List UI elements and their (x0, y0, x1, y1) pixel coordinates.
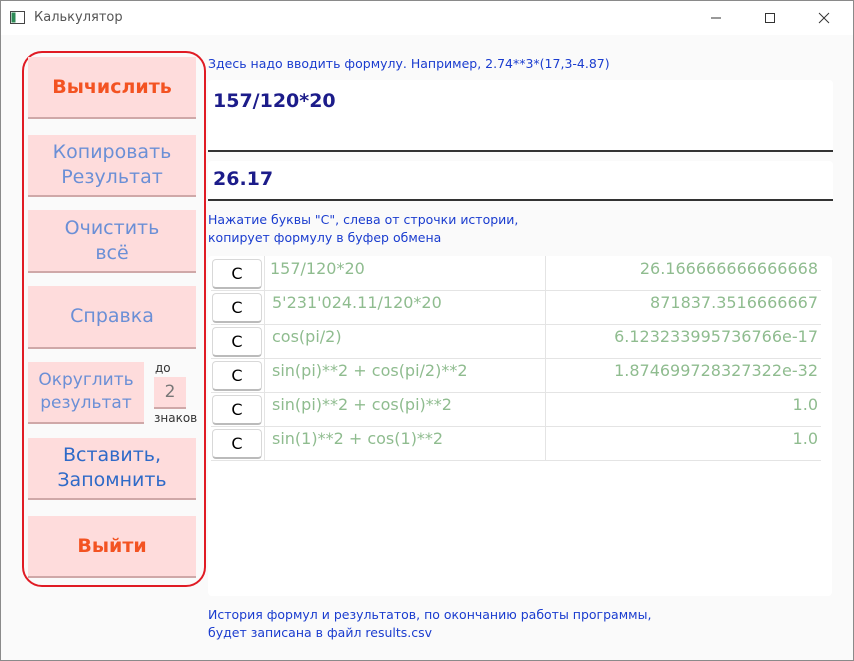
history-result: 1.874699728327322e-32 (614, 361, 818, 380)
history-table: C 157/120*20 26.166666666666668 C 5'231'… (208, 256, 832, 596)
history-result: 1.0 (792, 429, 818, 448)
clear-all-label-line2: всё (95, 241, 129, 264)
column-divider (545, 358, 546, 392)
title-bar: Калькулятор (1, 1, 853, 35)
history-formula: sin(pi)**2 + cos(pi/2)**2 (272, 361, 468, 380)
history-result: 1.0 (792, 395, 818, 414)
paste-remember-label-line1: Вставить, (62, 444, 162, 466)
help-button[interactable]: Справка (28, 286, 196, 349)
result-value: 26.17 (213, 168, 274, 190)
column-divider (264, 290, 265, 324)
copy-result-button[interactable]: Копировать Результат (28, 135, 196, 197)
history-result: 26.166666666666668 (639, 259, 818, 278)
history-formula: 5'231'024.11/120*20 (272, 293, 442, 312)
round-result-button[interactable]: Округлить результат (28, 362, 144, 424)
history-row: C sin(pi)**2 + cos(pi)**2 1.0 (211, 392, 821, 427)
column-divider (264, 392, 265, 426)
column-divider (545, 256, 546, 290)
column-divider (264, 324, 265, 358)
window-title: Калькулятор (34, 10, 123, 25)
copy-result-label-line1: Копировать (52, 141, 172, 163)
copy-formula-button[interactable]: C (212, 293, 262, 323)
button-panel: Вычислить Копировать Результат Очистить … (22, 51, 206, 587)
maximize-button[interactable] (747, 1, 793, 35)
maximize-icon (765, 13, 775, 23)
close-icon (818, 12, 830, 24)
history-row: C cos(pi/2) 6.123233995736766e-17 (211, 324, 821, 359)
paste-remember-button[interactable]: Вставить, Запомнить (28, 438, 196, 500)
app-window-icon (10, 11, 25, 24)
round-result-label-line2: результат (40, 393, 132, 413)
paste-remember-label-line2: Запомнить (57, 469, 167, 491)
footer-note: История формул и результатов, по окончан… (208, 606, 651, 642)
close-button[interactable] (801, 1, 847, 35)
copy-formula-button[interactable]: C (212, 259, 262, 289)
help-button-label: Справка (70, 305, 154, 327)
copy-formula-button[interactable]: C (212, 429, 262, 459)
calculator-window: Калькулятор Вычислить Копировать Результ… (0, 0, 854, 661)
history-result: 871837.3516666667 (650, 293, 818, 312)
history-hint-line1: Нажатие буквы "C", слева от строчки исто… (208, 212, 519, 227)
minimize-icon (711, 17, 721, 19)
calculate-button[interactable]: Вычислить (28, 57, 196, 119)
copy-formula-button[interactable]: C (212, 327, 262, 357)
clear-all-button[interactable]: Очистить всё (28, 210, 196, 273)
column-divider (545, 426, 546, 460)
history-row: C sin(pi)**2 + cos(pi/2)**2 1.8746997283… (211, 358, 821, 393)
formula-input-value: 157/120*20 (213, 90, 336, 112)
exit-button[interactable]: Выйти (28, 516, 196, 578)
formula-input[interactable]: 157/120*20 (208, 80, 833, 152)
history-formula: sin(1)**2 + cos(1)**2 (272, 429, 444, 448)
minimize-button[interactable] (693, 1, 739, 35)
calculate-button-label: Вычислить (52, 75, 172, 98)
history-formula: sin(pi)**2 + cos(pi)**2 (272, 395, 452, 414)
round-digits-input[interactable]: 2 (154, 377, 186, 409)
round-result-label-line1: Округлить (38, 370, 134, 390)
column-divider (545, 392, 546, 426)
round-prefix-label: до (155, 361, 171, 375)
round-suffix-label: знаков (154, 411, 198, 425)
round-result-label: Округлить результат (38, 369, 133, 415)
client-area: Вычислить Копировать Результат Очистить … (1, 35, 853, 660)
clear-all-label-line1: Очистить (64, 216, 160, 239)
column-divider (545, 324, 546, 358)
column-divider (264, 426, 265, 460)
column-divider (264, 358, 265, 392)
history-hint: Нажатие буквы "C", слева от строчки исто… (208, 211, 518, 247)
result-field[interactable]: 26.17 (208, 161, 833, 201)
footer-note-line1: История формул и результатов, по окончан… (208, 607, 652, 622)
column-divider (545, 290, 546, 324)
history-row: C sin(1)**2 + cos(1)**2 1.0 (211, 426, 821, 461)
copy-formula-button[interactable]: C (212, 361, 262, 391)
history-formula: cos(pi/2) (272, 327, 342, 346)
history-result: 6.123233995736766e-17 (614, 327, 818, 346)
copy-formula-button[interactable]: C (212, 395, 262, 425)
formula-hint: Здесь надо вводить формулу. Например, 2.… (208, 56, 610, 71)
paste-remember-label: Вставить, Запомнить (57, 443, 166, 493)
footer-note-line2: будет записана в файл results.csv (208, 625, 433, 640)
history-hint-line2: копирует формулу в буфер обмена (208, 230, 442, 245)
column-divider (264, 256, 265, 290)
clear-all-label: Очистить всё (65, 216, 160, 266)
copy-result-label-line2: Результат (61, 166, 163, 188)
exit-button-label: Выйти (77, 534, 147, 557)
history-row: C 157/120*20 26.166666666666668 (211, 256, 821, 291)
history-formula: 157/120*20 (270, 259, 365, 278)
copy-result-label: Копировать Результат (53, 140, 172, 190)
history-row: C 5'231'024.11/120*20 871837.3516666667 (211, 290, 821, 325)
